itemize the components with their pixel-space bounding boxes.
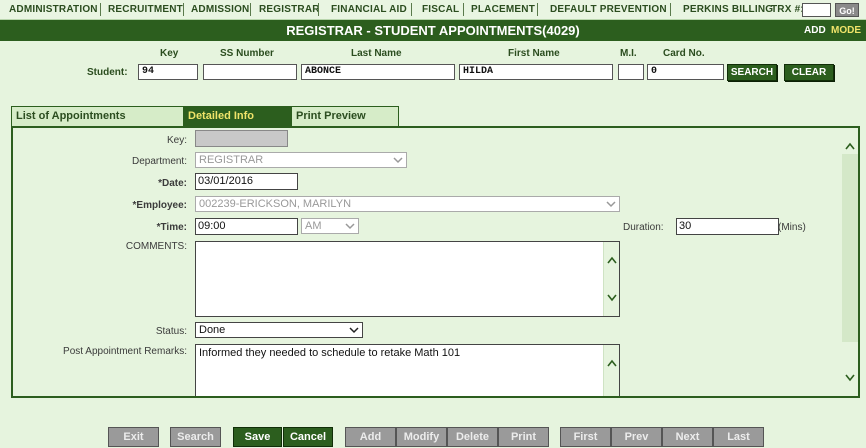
- modify-button[interactable]: Modify: [396, 427, 447, 447]
- date-input[interactable]: 03/01/2016: [195, 173, 298, 190]
- panel-scrollbar[interactable]: [842, 128, 858, 396]
- department-select: REGISTRAR: [195, 152, 407, 168]
- chevron-up-icon[interactable]: [607, 256, 617, 264]
- clear-button[interactable]: CLEAR: [784, 64, 834, 81]
- comments-scrollbar[interactable]: [603, 242, 619, 316]
- search-records-button[interactable]: Search: [170, 427, 221, 447]
- chevron-up-icon[interactable]: [607, 359, 617, 367]
- appointment-key-field: [195, 130, 288, 147]
- employee-value: 002239-ERICKSON, MARILYN: [199, 198, 352, 210]
- nav-placement[interactable]: PLACEMENT: [471, 4, 535, 15]
- search-button[interactable]: SEARCH: [727, 64, 777, 81]
- employee-select: 002239-ERICKSON, MARILYN: [195, 196, 620, 212]
- scrollbar-thumb[interactable]: [842, 154, 858, 342]
- prev-button[interactable]: Prev: [611, 427, 662, 447]
- save-button[interactable]: Save: [233, 427, 282, 447]
- time-label: *Time:: [156, 222, 187, 233]
- nav-separator: [183, 3, 184, 16]
- mode-indicator: MODE: [831, 25, 861, 36]
- nav-separator: [463, 3, 464, 16]
- ssn-input[interactable]: [203, 64, 297, 80]
- first-name-input[interactable]: HILDA: [459, 64, 613, 80]
- nav-administration[interactable]: ADMINISTRATION: [9, 4, 98, 15]
- chevron-down-icon[interactable]: [845, 374, 855, 382]
- date-label: *Date:: [158, 178, 187, 189]
- card-no-header: Card No.: [663, 48, 705, 59]
- nav-recruitment[interactable]: RECRUITMENT: [108, 4, 183, 15]
- nav-separator: [250, 3, 251, 16]
- time-input[interactable]: 09:00: [195, 218, 298, 235]
- status-value: Done: [199, 324, 226, 336]
- page-title: REGISTRAR - STUDENT APPOINTMENTS(4029): [286, 23, 580, 38]
- department-label: Department:: [131, 156, 187, 167]
- tab-list-of-appointments[interactable]: List of Appointments: [11, 106, 184, 126]
- nav-registrar[interactable]: REGISTRAR: [259, 4, 320, 15]
- nav-separator: [100, 3, 101, 16]
- post-appointment-remarks-label: Post Appointment Remarks:: [63, 346, 187, 357]
- department-value: REGISTRAR: [199, 154, 264, 166]
- nav-default-prevention[interactable]: DEFAULT PREVENTION: [550, 4, 667, 15]
- print-button[interactable]: Print: [498, 427, 549, 447]
- am-pm-value: AM: [305, 220, 322, 232]
- key-label: Key:: [166, 135, 187, 146]
- tab-print-preview[interactable]: Print Preview: [291, 106, 399, 126]
- remarks-textarea[interactable]: Informed they needed to schedule to reta…: [195, 344, 620, 396]
- am-pm-select: AM: [301, 218, 359, 234]
- exit-button[interactable]: Exit: [108, 427, 159, 447]
- add-indicator: ADD: [804, 25, 826, 36]
- duration-label: Duration:: [623, 222, 664, 233]
- tab-detailed-info[interactable]: Detailed Info: [183, 106, 291, 126]
- chevron-down-icon: [393, 157, 403, 164]
- chevron-down-icon: [606, 201, 616, 208]
- last-name-input[interactable]: ABONCE: [301, 64, 455, 80]
- add-button[interactable]: Add: [345, 427, 396, 447]
- title-bar: REGISTRAR - STUDENT APPOINTMENTS(4029) A…: [0, 20, 866, 41]
- nav-financial-aid[interactable]: FINANCIAL AID: [331, 4, 407, 15]
- nav-separator: [537, 3, 538, 16]
- mi-input[interactable]: [618, 64, 644, 80]
- remarks-scrollbar[interactable]: [603, 345, 619, 396]
- chevron-down-icon: [349, 327, 359, 334]
- student-key-input[interactable]: 94: [138, 64, 198, 80]
- duration-unit: (Mins): [778, 222, 806, 233]
- trx-label: TRX #:: [771, 4, 804, 15]
- cancel-button[interactable]: Cancel: [283, 427, 333, 447]
- first-button[interactable]: First: [560, 427, 611, 447]
- top-nav: ADMINISTRATION RECRUITMENT ADMISSION REG…: [0, 0, 866, 20]
- duration-input[interactable]: 30: [676, 218, 779, 235]
- comments-label: COMMENTS:: [125, 241, 187, 252]
- detail-panel: Key: Department: REGISTRAR *Date: 03/01/…: [11, 126, 860, 398]
- chevron-down-icon[interactable]: [607, 294, 617, 302]
- mi-header: M.I.: [620, 48, 637, 59]
- student-label: Student:: [87, 67, 128, 78]
- nav-separator: [318, 3, 319, 16]
- go-button[interactable]: Go!: [835, 3, 859, 17]
- nav-fiscal[interactable]: FISCAL: [422, 4, 459, 15]
- nav-admission[interactable]: ADMISSION: [191, 4, 249, 15]
- status-select[interactable]: Done: [195, 322, 363, 338]
- chevron-up-icon[interactable]: [845, 142, 855, 150]
- trx-input[interactable]: [802, 3, 831, 17]
- nav-perkins-billing[interactable]: PERKINS BILLING: [683, 4, 773, 15]
- key-header: Key: [160, 48, 179, 59]
- first-name-header: First Name: [508, 48, 560, 59]
- bottom-toolbar: Exit Search Save Cancel Add Modify Delet…: [0, 424, 866, 448]
- employee-label: *Employee:: [132, 200, 187, 211]
- nav-separator: [670, 3, 671, 16]
- comments-textarea[interactable]: [195, 241, 620, 317]
- delete-button[interactable]: Delete: [447, 427, 498, 447]
- ssn-header: SS Number: [220, 48, 274, 59]
- card-no-input[interactable]: 0: [647, 64, 724, 80]
- chevron-down-icon: [345, 223, 355, 230]
- status-label: Status:: [155, 326, 187, 337]
- nav-separator: [411, 3, 412, 16]
- next-button[interactable]: Next: [662, 427, 713, 447]
- remarks-value: Informed they needed to schedule to reta…: [199, 347, 461, 359]
- last-button[interactable]: Last: [713, 427, 764, 447]
- last-name-header: Last Name: [351, 48, 402, 59]
